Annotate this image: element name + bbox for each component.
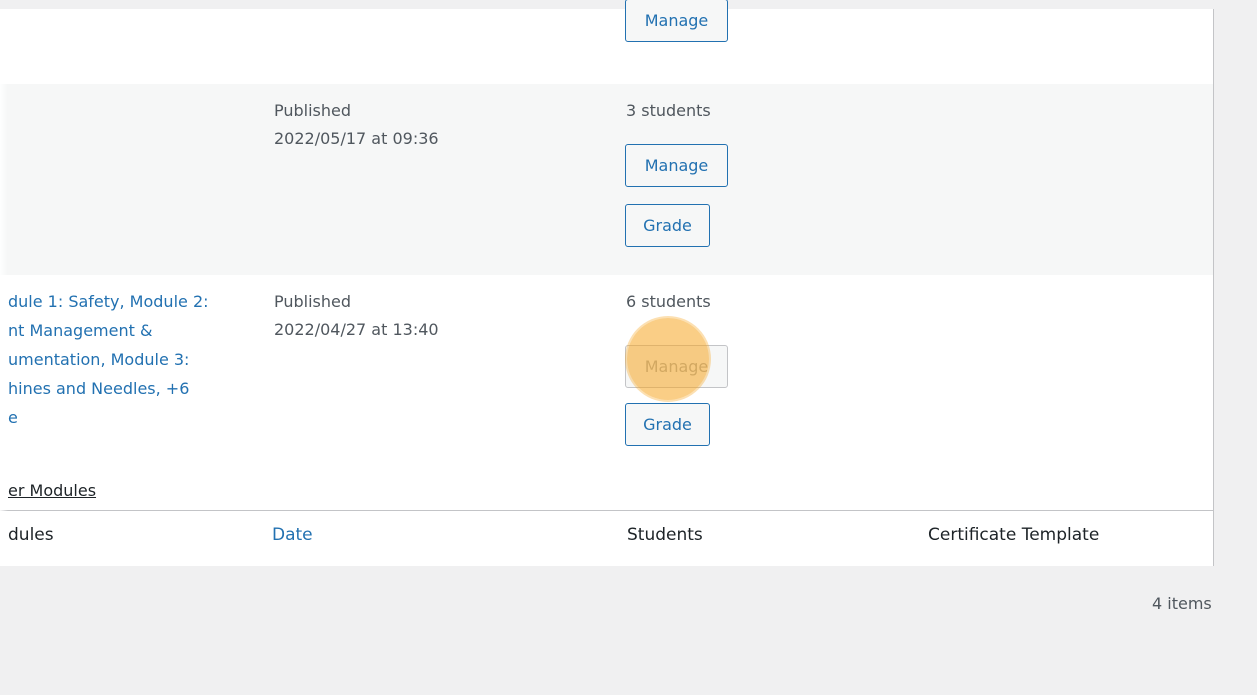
modules-line: nt Management &: [8, 321, 153, 340]
manage-button[interactable]: Manage: [625, 144, 728, 187]
right-edge: [1250, 0, 1257, 695]
manage-button[interactable]: Manage: [625, 0, 728, 42]
modules-line: e: [8, 408, 18, 427]
publish-date: 2022/04/27 at 13:40: [274, 320, 439, 339]
modules-line: umentation, Module 3:: [8, 350, 190, 369]
modules-list[interactable]: dule 1: Safety, Module 2: nt Management …: [8, 287, 248, 432]
students-count: 6 students: [626, 292, 711, 311]
table-row: Published 2022/05/17 at 09:36 3 students…: [0, 84, 1213, 275]
column-header-certificate-template: Certificate Template: [928, 525, 1100, 545]
table-row: dule 1: Safety, Module 2: nt Management …: [0, 275, 1213, 510]
column-header-students: Students: [627, 525, 703, 545]
grade-button[interactable]: Grade: [625, 204, 710, 247]
filter-modules-link[interactable]: er Modules: [8, 481, 96, 500]
students-count: 3 students: [626, 101, 711, 120]
items-count: 4 items: [1152, 594, 1212, 613]
courses-table: Manage Published 2022/05/17 at 09:36 3 s…: [0, 0, 1214, 566]
publish-date: 2022/05/17 at 09:36: [274, 129, 439, 148]
column-header-modules: dules: [8, 525, 54, 545]
table-row: Manage: [0, 0, 1213, 84]
modules-line: hines and Needles, +6: [8, 379, 190, 398]
status-label: Published: [274, 292, 352, 311]
grade-button[interactable]: Grade: [625, 403, 710, 446]
click-highlight-indicator: [627, 318, 709, 400]
table-footer-header: dules Date Students Certificate Template: [0, 510, 1213, 566]
modules-line: dule 1: Safety, Module 2:: [8, 292, 209, 311]
status-label: Published: [274, 101, 352, 120]
column-header-date[interactable]: Date: [272, 525, 313, 545]
